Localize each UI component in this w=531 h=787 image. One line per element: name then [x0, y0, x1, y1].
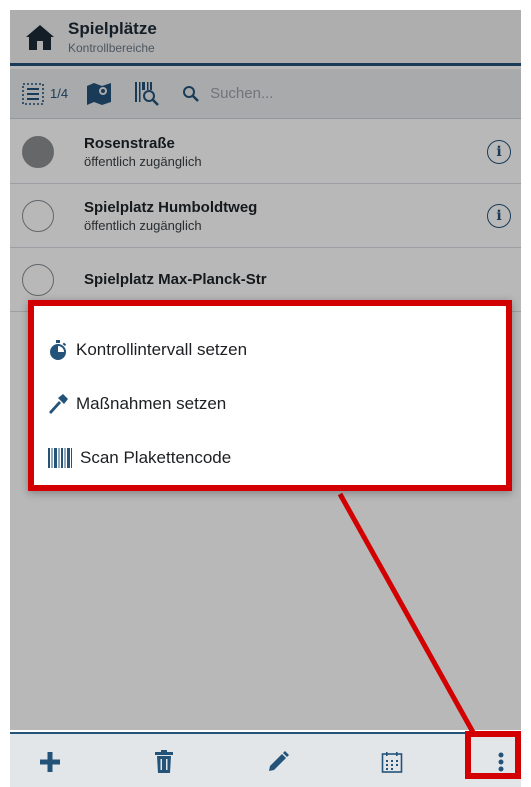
plus-icon [40, 751, 60, 772]
add-button[interactable] [20, 734, 80, 787]
options-menu: Kontrollintervall setzen Maßnahmen setze… [28, 300, 512, 491]
menu-item-scan-plakette[interactable]: Scan Plakettencode [48, 438, 231, 478]
edit-button[interactable] [248, 734, 308, 787]
stopwatch-icon [50, 340, 67, 360]
calendar-button[interactable] [362, 734, 422, 787]
menu-item-label: Maßnahmen setzen [76, 394, 227, 413]
menu-item-label: Kontrollintervall setzen [76, 340, 248, 359]
hammer-icon [49, 394, 68, 414]
menu-item-label: Scan Plakettencode [80, 448, 232, 467]
pencil-icon [269, 750, 289, 771]
bottom-action-bar [10, 732, 521, 787]
delete-button[interactable] [134, 734, 194, 787]
menu-item-massnahmen[interactable]: Maßnahmen setzen [48, 384, 226, 424]
menu-item-kontrollintervall[interactable]: Kontrollintervall setzen [48, 330, 247, 370]
more-button-highlight [465, 731, 521, 779]
calendar-icon [381, 751, 403, 773]
trash-icon [155, 749, 173, 773]
barcode-icon [48, 448, 72, 468]
